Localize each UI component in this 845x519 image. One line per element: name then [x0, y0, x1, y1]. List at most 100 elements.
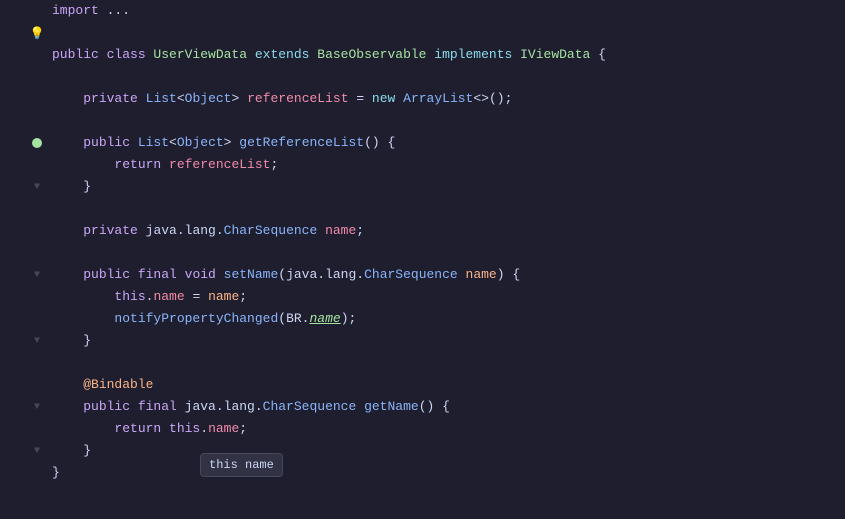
- token-kw: void: [185, 264, 224, 286]
- code-line: public class UserViewData extends BaseOb…: [52, 44, 845, 66]
- code-line: public final void setName(java.lang.Char…: [52, 264, 845, 286]
- token-plain: ;: [239, 286, 247, 308]
- fold-arrow-icon[interactable]: ▼: [34, 402, 40, 413]
- token-kw: public: [83, 264, 138, 286]
- token-plain: >: [231, 88, 247, 110]
- margin-line: [0, 242, 50, 264]
- margin-line: [0, 352, 50, 374]
- token-kw: this: [114, 286, 145, 308]
- code-line: notifyPropertyChanged(BR.name);: [52, 308, 845, 330]
- indent: [52, 286, 114, 308]
- indent: [52, 22, 83, 44]
- code-line: return referenceList;: [52, 154, 845, 176]
- token-type: CharSequence: [364, 264, 458, 286]
- token-type: ArrayList: [403, 88, 473, 110]
- token-plain: }: [83, 330, 91, 352]
- margin-glyph: ▼: [30, 182, 44, 193]
- indent: [52, 308, 114, 330]
- token-plain: }: [83, 176, 91, 198]
- margin-line: ▼: [0, 176, 50, 198]
- token-plain: {: [590, 44, 606, 66]
- margin-line: ▼: [0, 396, 50, 418]
- token-param: name: [458, 264, 497, 286]
- code-line: public List<Object> getReferenceList() {: [52, 132, 845, 154]
- token-classname: IViewData: [520, 44, 590, 66]
- token-plain: ;: [270, 154, 278, 176]
- token-plain: (: [278, 264, 286, 286]
- indent: [52, 264, 83, 286]
- token-plain: <>: [473, 88, 489, 110]
- code-line: [52, 22, 845, 44]
- fold-arrow-icon[interactable]: ▼: [34, 182, 40, 193]
- token-plain: BR.: [286, 308, 309, 330]
- code-line: [52, 110, 845, 132]
- token-field: name: [208, 418, 239, 440]
- token-kw: return: [114, 154, 169, 176]
- margin-line: [0, 88, 50, 110]
- token-kw: private: [83, 220, 145, 242]
- indent: [52, 418, 114, 440]
- code-line: }: [52, 176, 845, 198]
- token-kw: private: [83, 88, 145, 110]
- code-line: [52, 198, 845, 220]
- code-editor: 💡 ▼ ▼ ▼ ▼ ▼ import ... public class UserViewD…: [0, 0, 845, 519]
- breakpoint-icon[interactable]: [32, 138, 42, 148]
- fold-arrow-icon[interactable]: ▼: [34, 270, 40, 281]
- token-kw: final: [138, 264, 185, 286]
- token-type: CharSequence: [224, 220, 318, 242]
- token-plain: .: [146, 286, 154, 308]
- token-plain: =: [185, 286, 208, 308]
- token-kw: class: [107, 44, 154, 66]
- code-line: [52, 242, 845, 264]
- token-annotation: @Bindable: [83, 374, 153, 396]
- token-plain: }: [83, 440, 91, 462]
- token-plain: ();: [489, 88, 512, 110]
- code-content: import ... public class UserViewData ext…: [50, 0, 845, 519]
- token-kw: final: [138, 396, 185, 418]
- fold-arrow-icon[interactable]: ▼: [34, 446, 40, 457]
- token-type: List: [146, 88, 177, 110]
- code-line: }: [52, 440, 845, 462]
- token-plain: >: [224, 132, 240, 154]
- code-line: [52, 66, 845, 88]
- margin-line: ▼: [0, 440, 50, 462]
- token-kw: public: [83, 396, 138, 418]
- margin-line: [0, 286, 50, 308]
- token-plain: () {: [419, 396, 450, 418]
- token-method: getReferenceList: [239, 132, 364, 154]
- margin-line: 💡: [0, 22, 50, 44]
- token-classname: UserViewData: [153, 44, 247, 66]
- fold-arrow-icon[interactable]: ▼: [34, 336, 40, 347]
- token-kw: public: [83, 132, 138, 154]
- token-method: getName: [356, 396, 418, 418]
- margin-line: [0, 66, 50, 88]
- indent: [52, 220, 83, 242]
- token-plain: java.lang.: [286, 264, 364, 286]
- token-plain: ;: [239, 418, 247, 440]
- indent: [52, 176, 83, 198]
- margin-line: [0, 308, 50, 330]
- margin-line: [0, 0, 50, 22]
- token-type: List: [138, 132, 169, 154]
- margin-line: [0, 198, 50, 220]
- margin-glyph: ▼: [30, 336, 44, 347]
- token-type: Object: [185, 88, 232, 110]
- margin-line: [0, 220, 50, 242]
- token-param: name: [208, 286, 239, 308]
- token-plain: .: [200, 418, 208, 440]
- token-field: name: [153, 286, 184, 308]
- code-line: private java.lang.CharSequence name;: [52, 220, 845, 242]
- code-line: @Bindable: [52, 374, 845, 396]
- margin-line: [0, 110, 50, 132]
- indent: [52, 330, 83, 352]
- token-kw: public: [52, 44, 107, 66]
- token-plain: <: [169, 132, 177, 154]
- code-line: [52, 352, 845, 374]
- token-plain: java.lang.: [185, 396, 263, 418]
- token-type: CharSequence: [263, 396, 357, 418]
- token-field: referenceList: [169, 154, 270, 176]
- margin-line: [0, 418, 50, 440]
- lightbulb-icon: 💡: [30, 26, 44, 41]
- token-plain: ;: [356, 220, 364, 242]
- code-line: private List<Object> referenceList = new…: [52, 88, 845, 110]
